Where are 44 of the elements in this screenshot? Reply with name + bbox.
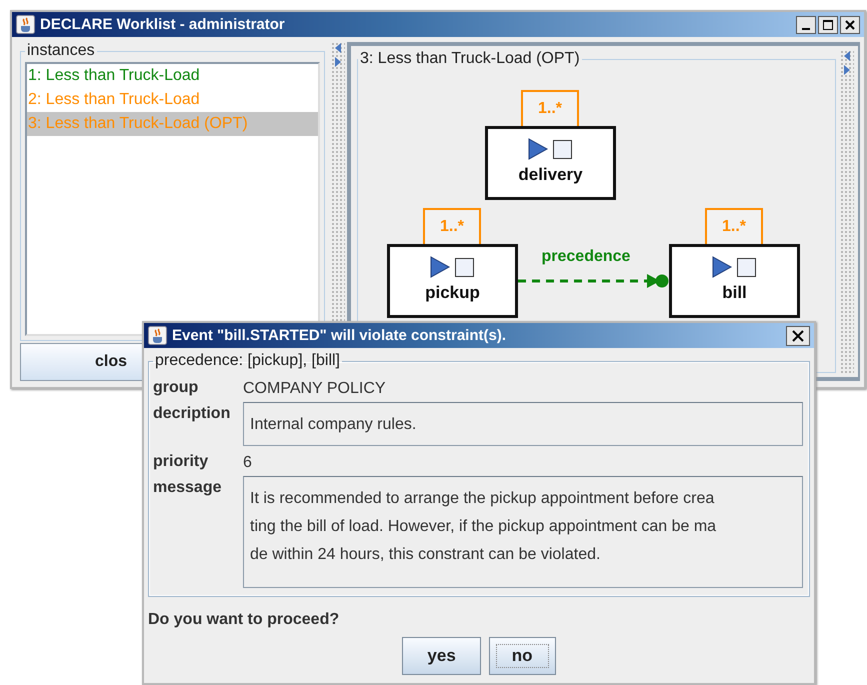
window-title: DECLARE Worklist - administrator bbox=[40, 16, 285, 33]
expand-right-icon bbox=[842, 64, 852, 76]
activity-name: delivery bbox=[518, 165, 583, 185]
field-value: 6 bbox=[243, 453, 252, 472]
activity-name: bill bbox=[722, 283, 747, 303]
panel-title: precedence: [pickup], [bill] bbox=[154, 352, 341, 370]
field-label: decription bbox=[153, 404, 232, 423]
cardinality-label: 1..* bbox=[423, 208, 481, 244]
expand-right-icon bbox=[333, 56, 343, 68]
close-icon bbox=[792, 330, 804, 342]
start-stop-icon bbox=[526, 137, 574, 161]
field-label: message bbox=[153, 478, 222, 497]
close-icon bbox=[845, 20, 855, 30]
instance-item[interactable]: 1: Less than Truck-Load bbox=[27, 64, 318, 88]
activity-node[interactable]: delivery bbox=[485, 126, 616, 200]
text-area[interactable]: It is recommended to arrange the pickup appointment before crea ting the bill of load. However, if the pickup appointment can be ma de within 24 hours, this constrant can be violated. bbox=[243, 476, 803, 588]
maximize-icon bbox=[823, 20, 833, 30]
minimize-icon bbox=[802, 28, 810, 30]
close-button[interactable] bbox=[840, 16, 860, 34]
field-label: group bbox=[153, 378, 200, 397]
cardinality-label: 1..* bbox=[705, 208, 763, 244]
dialog-button[interactable]: yes bbox=[402, 637, 481, 675]
panel-title: 3: Less than Truck-Load (OPT) bbox=[359, 50, 581, 68]
collapse-left-icon bbox=[333, 42, 343, 54]
close-button[interactable] bbox=[786, 326, 810, 346]
minimize-button[interactable] bbox=[796, 16, 816, 34]
text-area[interactable]: Internal company rules. bbox=[243, 402, 803, 446]
activity-node[interactable]: pickup bbox=[387, 244, 518, 318]
java-cup-icon bbox=[148, 326, 167, 345]
question-text: Do you want to proceed? bbox=[148, 611, 340, 629]
maximize-button[interactable] bbox=[818, 16, 838, 34]
java-cup-icon bbox=[16, 15, 35, 34]
dialog-button[interactable]: no bbox=[488, 637, 556, 675]
constraint-label: precedence bbox=[542, 248, 630, 266]
field-value: COMPANY POLICY bbox=[243, 379, 386, 398]
panel-title: instances bbox=[26, 42, 96, 60]
cardinality-label: 1..* bbox=[521, 90, 579, 126]
start-stop-icon bbox=[428, 255, 476, 279]
activity-node[interactable]: bill bbox=[669, 244, 800, 318]
field-label: priority bbox=[153, 452, 210, 471]
start-stop-icon bbox=[710, 255, 758, 279]
collapse-left-icon bbox=[842, 50, 852, 62]
activity-name: pickup bbox=[425, 283, 480, 303]
dialog-title: Event "bill.STARTED" will violate constraint(s). bbox=[172, 327, 506, 344]
